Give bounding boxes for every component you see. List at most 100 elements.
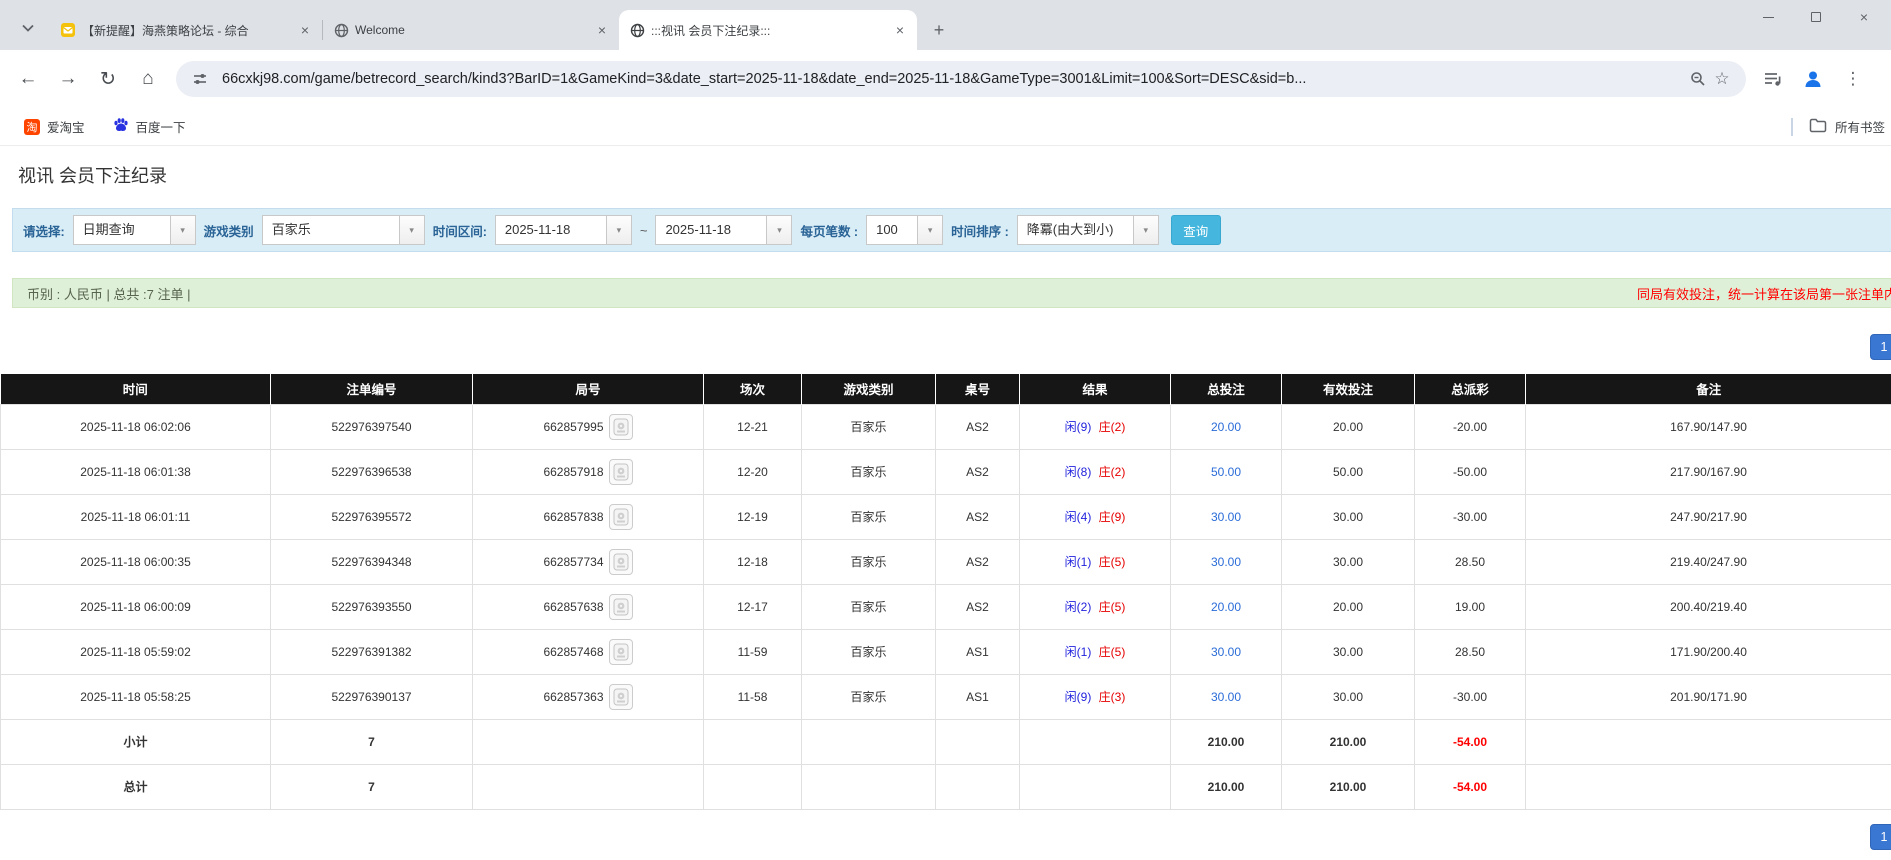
back-button[interactable]: ←	[12, 63, 44, 95]
taobao-icon: 淘	[24, 118, 40, 135]
video-replay-icon[interactable]	[608, 593, 633, 620]
cell-payout: -30.00	[1414, 493, 1526, 540]
col-round: 局号	[472, 374, 704, 404]
baidu-paw-icon	[113, 117, 129, 136]
round-number: 662857995	[543, 419, 604, 434]
tab-welcome[interactable]: Welcome ×	[323, 10, 619, 50]
query-type-select[interactable]: 日期查询 ▾	[72, 215, 196, 245]
video-replay-icon[interactable]	[608, 503, 633, 530]
result-banker: 庄(9)	[1098, 510, 1126, 524]
menu-kebab-icon[interactable]: ⋮	[1840, 66, 1866, 92]
game-type-select[interactable]: 百家乐 ▾	[261, 215, 425, 245]
col-result: 结果	[1019, 374, 1171, 404]
site-settings-icon[interactable]	[188, 67, 212, 91]
result-player: 闲(1)	[1064, 645, 1092, 659]
summary-bar: 币别 : 人民币 | 总共 :7 注单 | 同局有效投注，统一计算在该局第一张注…	[12, 278, 1891, 308]
cell-round: 662857638	[472, 583, 704, 630]
chevron-down-icon[interactable]: ▾	[398, 216, 424, 244]
new-tab-button[interactable]: +	[925, 16, 953, 44]
cell-payout: -20.00	[1414, 403, 1526, 450]
total-bet-link[interactable]: 50.00	[1211, 465, 1241, 479]
page-1-button[interactable]: 1	[1870, 334, 1891, 360]
result-banker: 庄(2)	[1098, 465, 1126, 479]
close-window-button[interactable]: ×	[1851, 4, 1877, 30]
col-table: 桌号	[935, 374, 1020, 404]
video-replay-icon[interactable]	[608, 638, 633, 665]
grand-total-valid-bet: 210.00	[1281, 763, 1415, 810]
total-bet-link[interactable]: 30.00	[1211, 510, 1241, 524]
tab-close-icon[interactable]: ×	[296, 21, 314, 39]
table-row: 2025-11-18 06:01:11 522976395572 6628578…	[0, 493, 1891, 540]
date-end-select[interactable]: 2025-11-18 ▾	[655, 215, 793, 245]
cell-valid-bet: 20.00	[1281, 583, 1415, 630]
cell-payout: 19.00	[1414, 583, 1526, 630]
col-note: 备注	[1525, 374, 1891, 404]
video-replay-icon[interactable]	[608, 458, 633, 485]
media-playlist-icon[interactable]	[1760, 66, 1786, 92]
all-bookmarks[interactable]: 所有书签	[1790, 117, 1885, 136]
total-bet-link[interactable]: 30.00	[1211, 690, 1241, 704]
cell-table: AS2	[935, 493, 1020, 540]
chevron-down-icon[interactable]: ▾	[605, 216, 631, 244]
tab-bet-record[interactable]: :::视讯 会员下注纪录::: ×	[619, 10, 917, 50]
bookmark-taobao[interactable]: 淘 爱淘宝	[16, 113, 93, 140]
date-range-tilde: ~	[639, 222, 648, 238]
search-button[interactable]: 查询	[1170, 215, 1221, 245]
cell-note: 217.90/167.90	[1525, 448, 1891, 495]
chevron-down-icon[interactable]: ▾	[169, 216, 195, 244]
cell-valid-bet: 20.00	[1281, 403, 1415, 450]
table-row: 2025-11-18 06:01:38 522976396538 6628579…	[0, 448, 1891, 495]
cell-session: 12-19	[703, 493, 802, 540]
result-player: 闲(4)	[1064, 510, 1092, 524]
cell-table: AS1	[935, 673, 1020, 720]
page-size-select[interactable]: 100 ▾	[866, 215, 944, 245]
col-time: 时间	[0, 374, 271, 404]
total-bet-link[interactable]: 30.00	[1211, 555, 1241, 569]
video-replay-icon[interactable]	[608, 683, 633, 710]
cell-session: 12-20	[703, 448, 802, 495]
chevron-down-icon[interactable]: ▾	[1132, 216, 1158, 244]
page-1-button[interactable]: 1	[1870, 823, 1891, 850]
bookmark-star-icon[interactable]: ☆	[1710, 67, 1734, 91]
cell-result: 闲(9) 庄(3)	[1019, 673, 1171, 720]
address-bar[interactable]: 66cxkj98.com/game/betrecord_search/kind3…	[176, 61, 1746, 97]
forward-button[interactable]: →	[52, 63, 84, 95]
round-number: 662857468	[543, 644, 604, 659]
chevron-down-icon[interactable]: ▾	[917, 216, 943, 244]
cell-valid-bet: 30.00	[1281, 628, 1415, 675]
video-replay-icon[interactable]	[608, 413, 633, 440]
cell-game-type: 百家乐	[801, 673, 936, 720]
video-replay-icon[interactable]	[608, 548, 633, 575]
date-start-select[interactable]: 2025-11-18 ▾	[494, 215, 632, 245]
chevron-down-icon[interactable]: ▾	[766, 216, 792, 244]
total-bet-link[interactable]: 20.00	[1211, 420, 1241, 434]
profile-avatar-icon[interactable]	[1800, 66, 1826, 92]
total-bet-link[interactable]: 30.00	[1211, 645, 1241, 659]
cell-result: 闲(8) 庄(2)	[1019, 448, 1171, 495]
cell-bet-id: 522976395572	[270, 493, 473, 540]
tab-forum[interactable]: 【新提醒】海燕策略论坛 - 综合 ×	[50, 10, 322, 50]
cell-total-bet: 30.00	[1170, 538, 1282, 585]
maximize-button[interactable]	[1803, 4, 1829, 30]
cell-total-bet: 20.00	[1170, 403, 1282, 450]
tab-close-icon[interactable]: ×	[891, 21, 909, 39]
round-number: 662857363	[543, 689, 604, 704]
sort-select[interactable]: 降冪(由大到小) ▾	[1016, 215, 1159, 245]
table-row: 2025-11-18 06:00:35 522976394348 6628577…	[0, 538, 1891, 585]
result-banker: 庄(2)	[1098, 420, 1126, 434]
tab-search-chevron-icon[interactable]	[14, 14, 42, 42]
grand-total-payout: -54.00	[1414, 763, 1526, 810]
bookmark-label: 百度一下	[135, 121, 186, 135]
minimize-button[interactable]	[1755, 4, 1781, 30]
tab-close-icon[interactable]: ×	[593, 21, 611, 39]
total-bet-link[interactable]: 20.00	[1211, 600, 1241, 614]
cell-table: AS2	[935, 403, 1020, 450]
cell-table: AS2	[935, 448, 1020, 495]
home-button[interactable]: ⌂	[132, 63, 164, 95]
bookmark-baidu[interactable]: 百度一下	[105, 113, 194, 140]
reload-button[interactable]: ↻	[92, 63, 124, 95]
zoom-icon[interactable]	[1686, 67, 1710, 91]
url-text[interactable]: 66cxkj98.com/game/betrecord_search/kind3…	[222, 71, 1676, 87]
round-number: 662857638	[543, 599, 604, 614]
toolbar-right: ⋮	[1760, 66, 1866, 92]
